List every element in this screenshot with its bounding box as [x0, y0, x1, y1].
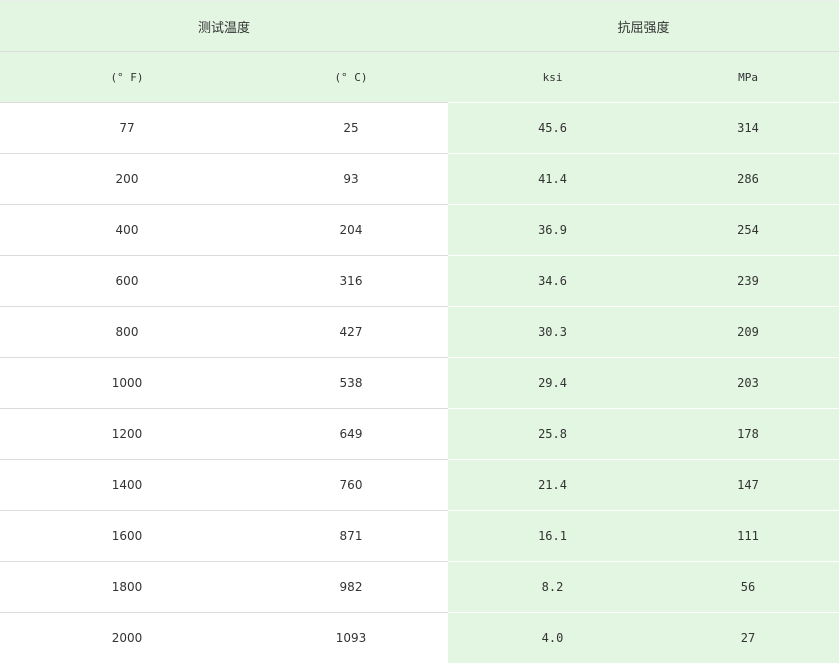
cell-strength-mpa: 178: [657, 409, 839, 460]
cell-temp-c: 649: [254, 409, 448, 460]
cell-temp-f: 1600: [0, 511, 254, 562]
cell-temp-f: 400: [0, 205, 254, 256]
cell-strength-mpa: 27: [657, 613, 839, 663]
cell-strength-ksi: 16.1: [448, 511, 657, 562]
cell-temp-c: 204: [254, 205, 448, 256]
table-row: 1400 760 21.4 147: [0, 460, 839, 511]
table-row: 600 316 34.6 239: [0, 256, 839, 307]
cell-temp-c: 1093: [254, 613, 448, 663]
table-row: 1600 871 16.1 111: [0, 511, 839, 562]
table-body: 77 25 45.6 314 200 93 41.4 286 400 204 3…: [0, 103, 839, 663]
cell-strength-mpa: 314: [657, 103, 839, 154]
cell-strength-ksi: 36.9: [448, 205, 657, 256]
cell-strength-ksi: 25.8: [448, 409, 657, 460]
table-row: 1000 538 29.4 203: [0, 358, 839, 409]
cell-temp-c: 25: [254, 103, 448, 154]
table-row: 200 93 41.4 286: [0, 154, 839, 205]
cell-strength-mpa: 286: [657, 154, 839, 205]
header-unit-row: (° F) (° C) ksi MPa: [0, 52, 839, 103]
cell-temp-f: 2000: [0, 613, 254, 663]
cell-temp-f: 1400: [0, 460, 254, 511]
table-row: 400 204 36.9 254: [0, 205, 839, 256]
cell-temp-c: 538: [254, 358, 448, 409]
table-row: 2000 1093 4.0 27: [0, 613, 839, 663]
cell-temp-f: 1800: [0, 562, 254, 613]
cell-strength-ksi: 41.4: [448, 154, 657, 205]
cell-temp-c: 316: [254, 256, 448, 307]
cell-temp-f: 1200: [0, 409, 254, 460]
cell-temp-c: 871: [254, 511, 448, 562]
cell-strength-mpa: 111: [657, 511, 839, 562]
table-header: 测试温度 抗屈强度 (° F) (° C) ksi MPa: [0, 1, 839, 103]
table-row: 800 427 30.3 209: [0, 307, 839, 358]
header-unit-mpa: MPa: [657, 52, 839, 103]
header-test-temperature: 测试温度: [0, 1, 448, 52]
cell-strength-ksi: 4.0: [448, 613, 657, 663]
cell-temp-c: 427: [254, 307, 448, 358]
cell-temp-f: 200: [0, 154, 254, 205]
yield-strength-table: 测试温度 抗屈强度 (° F) (° C) ksi MPa 77 25 45.6…: [0, 0, 839, 663]
header-unit-celsius: (° C): [254, 52, 448, 103]
cell-strength-mpa: 56: [657, 562, 839, 613]
cell-temp-f: 77: [0, 103, 254, 154]
header-unit-ksi: ksi: [448, 52, 657, 103]
cell-strength-ksi: 30.3: [448, 307, 657, 358]
cell-temp-f: 800: [0, 307, 254, 358]
cell-temp-f: 1000: [0, 358, 254, 409]
cell-strength-mpa: 254: [657, 205, 839, 256]
cell-strength-mpa: 147: [657, 460, 839, 511]
cell-strength-ksi: 29.4: [448, 358, 657, 409]
cell-strength-ksi: 8.2: [448, 562, 657, 613]
header-group-row: 测试温度 抗屈强度: [0, 1, 839, 52]
cell-strength-ksi: 21.4: [448, 460, 657, 511]
cell-strength-ksi: 45.6: [448, 103, 657, 154]
cell-temp-c: 760: [254, 460, 448, 511]
table-row: 1800 982 8.2 56: [0, 562, 839, 613]
cell-strength-mpa: 239: [657, 256, 839, 307]
cell-strength-mpa: 203: [657, 358, 839, 409]
header-yield-strength: 抗屈强度: [448, 1, 839, 52]
cell-temp-c: 982: [254, 562, 448, 613]
cell-strength-ksi: 34.6: [448, 256, 657, 307]
header-unit-fahrenheit: (° F): [0, 52, 254, 103]
cell-temp-f: 600: [0, 256, 254, 307]
table-row: 77 25 45.6 314: [0, 103, 839, 154]
cell-temp-c: 93: [254, 154, 448, 205]
cell-strength-mpa: 209: [657, 307, 839, 358]
table-row: 1200 649 25.8 178: [0, 409, 839, 460]
